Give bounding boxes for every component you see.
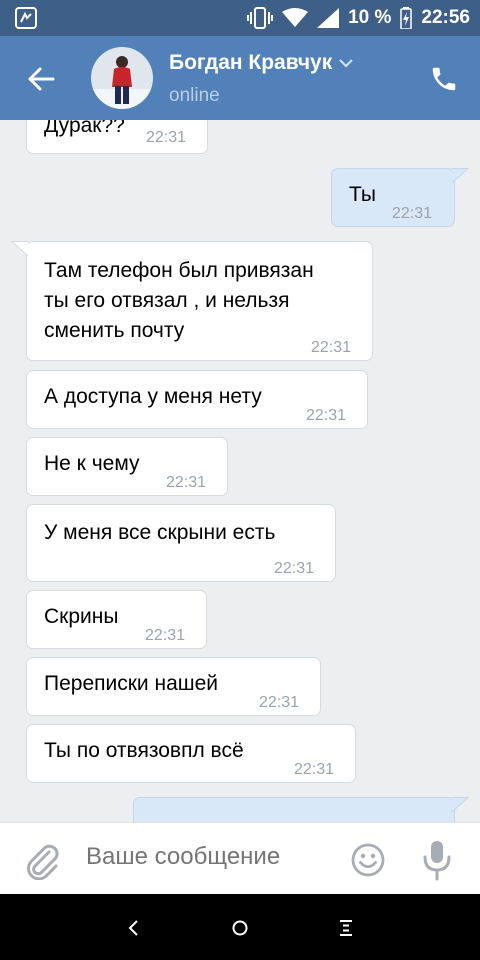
system-nav-bar xyxy=(0,894,480,960)
message-text: Скрины xyxy=(44,605,119,628)
message-list[interactable]: Дурак?? 22:31 Ты 22:31 Там телефон был п… xyxy=(0,120,480,822)
attach-icon[interactable] xyxy=(22,840,62,880)
message-incoming[interactable]: Переписки нашей 22:31 xyxy=(26,657,321,716)
message-text: Дурак?? xyxy=(44,120,125,137)
status-bar: 10 % 22:56 xyxy=(0,0,480,36)
message-outgoing[interactable] xyxy=(133,797,455,822)
message-text: Переписки нашей xyxy=(44,672,219,695)
nav-home-icon[interactable] xyxy=(228,916,252,940)
emoji-icon[interactable] xyxy=(350,842,386,878)
message-incoming[interactable]: А доступа у меня нету 22:31 xyxy=(26,370,368,429)
message-outgoing[interactable]: Ты 22:31 xyxy=(331,168,455,227)
chevron-down-icon[interactable] xyxy=(338,58,354,69)
message-time: 22:31 xyxy=(294,761,335,778)
contact-name[interactable]: Богдан Кравчук xyxy=(169,51,354,75)
microphone-icon[interactable] xyxy=(422,839,452,881)
message-time: 22:31 xyxy=(146,129,187,146)
message-text: У меня все скрыни есть xyxy=(44,521,276,544)
contact-status: online xyxy=(169,85,220,106)
message-text: Там телефон был привязан ты его отвязал … xyxy=(44,259,314,342)
vibrate-icon xyxy=(247,7,274,29)
bubble-tail xyxy=(452,168,470,184)
message-time: 22:31 xyxy=(311,339,352,356)
message-time: 22:31 xyxy=(145,627,186,644)
avatar[interactable] xyxy=(91,47,153,109)
message-text: Ты xyxy=(349,183,376,206)
contact-name-text: Богдан Кравчук xyxy=(169,51,333,74)
bubble-tail xyxy=(452,797,470,813)
message-text: Ты по отвязовпл всё xyxy=(44,739,244,762)
message-incoming[interactable]: Там телефон был привязан ты его отвязал … xyxy=(26,241,373,361)
message-composer xyxy=(0,822,480,894)
wifi-icon xyxy=(282,8,309,27)
message-input[interactable] xyxy=(86,843,336,871)
message-time: 22:31 xyxy=(166,474,207,491)
nav-back-icon[interactable] xyxy=(122,916,146,940)
message-text: Не к чему xyxy=(44,452,140,475)
message-incoming[interactable]: Дурак?? 22:31 xyxy=(26,120,208,154)
message-incoming[interactable]: Не к чему 22:31 xyxy=(26,437,228,496)
nav-menu-icon[interactable] xyxy=(334,916,358,940)
signal-icon xyxy=(317,8,340,28)
message-incoming[interactable]: У меня все скрыни есть 22:31 xyxy=(26,504,336,582)
app-notification-icon xyxy=(15,7,37,29)
message-incoming[interactable]: Скрины 22:31 xyxy=(26,590,207,649)
phone-icon[interactable] xyxy=(429,64,459,94)
message-time: 22:31 xyxy=(306,407,347,424)
battery-charging-icon xyxy=(400,7,413,29)
message-incoming[interactable]: Ты по отвязовпл всё 22:31 xyxy=(26,724,356,783)
message-time: 22:31 xyxy=(392,205,433,222)
message-time: 22:31 xyxy=(259,694,300,711)
back-arrow-icon[interactable] xyxy=(26,64,56,94)
message-time: 22:31 xyxy=(274,560,315,577)
status-time: 22:56 xyxy=(421,7,470,28)
message-text: А доступа у меня нету xyxy=(44,385,262,408)
battery-percent: 10 % xyxy=(348,7,392,28)
bubble-tail xyxy=(10,241,28,257)
chat-header: Богдан Кравчук online xyxy=(0,36,480,120)
